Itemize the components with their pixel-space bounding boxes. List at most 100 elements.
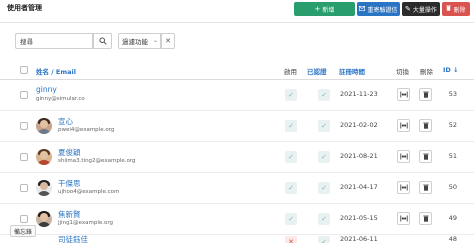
close-icon: ✕ bbox=[165, 37, 171, 45]
verified-check-icon[interactable]: ✓ bbox=[318, 120, 330, 132]
delete-user-button[interactable] bbox=[419, 181, 432, 194]
delete-user-button[interactable] bbox=[419, 119, 432, 132]
table-row[interactable]: 夏俊穎 shiima3.ting2@example.org ✓ ✓ 2021-0… bbox=[0, 142, 474, 173]
verified-check-icon[interactable]: ✓ bbox=[318, 182, 330, 194]
table-header: 姓名 / Email 啟用 已認證 註冊時間 切換 刪除 ID ↓ bbox=[0, 60, 474, 80]
switch-icon bbox=[399, 91, 408, 98]
user-name-link[interactable]: 司徒鈺佳 bbox=[58, 234, 88, 243]
user-id: 48 bbox=[448, 235, 457, 243]
user-email: jjing1@example.org bbox=[58, 220, 114, 226]
switch-user-button[interactable] bbox=[397, 119, 410, 132]
enabled-check-icon[interactable]: ✓ bbox=[285, 120, 297, 132]
table-row[interactable]: 干傑思 ujhoo4@example.com ✓ ✓ 2021-04-17 50 bbox=[0, 173, 474, 204]
chevron-down-icon: ⌄ bbox=[152, 37, 158, 44]
header-enabled[interactable]: 啟用 bbox=[284, 66, 297, 76]
search-icon bbox=[98, 37, 107, 45]
user-email: ujhoo4@example.com bbox=[58, 189, 120, 195]
table-row[interactable]: 宣心 pwei4@example.org ✓ ✓ 2021-02-02 52 bbox=[0, 111, 474, 142]
register-date: 2021-08-21 bbox=[340, 152, 378, 160]
switch-icon bbox=[399, 153, 408, 160]
resend-verification-button[interactable]: 重寄驗證信 bbox=[357, 2, 400, 16]
delete-user-button[interactable] bbox=[419, 150, 432, 163]
filter-clear-button[interactable]: ✕ bbox=[161, 33, 175, 49]
row-checkbox[interactable] bbox=[20, 153, 28, 161]
user-name-link[interactable]: 夏俊穎 bbox=[58, 147, 81, 158]
enabled-check-icon[interactable]: ✓ bbox=[285, 151, 297, 163]
trash-icon bbox=[422, 91, 429, 98]
enabled-check-icon[interactable]: ✓ bbox=[285, 89, 297, 101]
user-email: ginny@simular.co bbox=[36, 96, 85, 102]
user-name-link[interactable]: 干傑思 bbox=[58, 178, 81, 189]
row-checkbox[interactable] bbox=[20, 215, 28, 223]
delete-user-button[interactable] bbox=[419, 212, 432, 225]
search-placeholder: 搜尋 bbox=[20, 38, 33, 46]
bulk-actions-label: 大量操作 bbox=[412, 6, 437, 14]
user-id: 51 bbox=[448, 152, 457, 160]
header-delete: 刪除 bbox=[420, 68, 433, 76]
register-date: 2021-02-02 bbox=[340, 121, 378, 129]
switch-user-button[interactable] bbox=[397, 181, 410, 194]
page-header: 使用者管理 + 新增 重寄驗證信 ✎ 大量操作 刪除 bbox=[0, 0, 474, 18]
sort-down-icon: ↓ bbox=[453, 66, 459, 74]
switch-user-button[interactable] bbox=[397, 150, 410, 163]
avatar bbox=[36, 149, 52, 165]
avatar bbox=[36, 180, 52, 196]
add-button-label: 新增 bbox=[322, 6, 335, 14]
select-all-checkbox[interactable] bbox=[20, 66, 28, 74]
switch-user-button[interactable] bbox=[397, 88, 410, 101]
enabled-check-icon[interactable]: ✓ bbox=[285, 182, 297, 194]
user-name-link[interactable]: 焦新賢 bbox=[58, 209, 81, 220]
search-button[interactable] bbox=[93, 33, 112, 49]
filter-select[interactable]: 過濾功能 ⌄ bbox=[118, 33, 161, 49]
table-row[interactable]: 司徒鈺佳 ✕ ✓ 2021-06-11 48 bbox=[0, 235, 474, 243]
plus-icon: + bbox=[314, 4, 321, 13]
row-checkbox[interactable] bbox=[20, 122, 28, 130]
trash-icon bbox=[422, 153, 429, 160]
header-id[interactable]: ID ↓ bbox=[443, 66, 459, 74]
page-title: 使用者管理 bbox=[7, 4, 42, 12]
table-row[interactable]: ginny ginny@simular.co ✓ ✓ 2021-11-23 53 bbox=[0, 80, 474, 111]
trash-icon bbox=[422, 184, 429, 191]
row-checkbox[interactable] bbox=[20, 184, 28, 192]
switch-icon bbox=[399, 184, 408, 191]
wrench-icon: ✎ bbox=[405, 4, 411, 13]
header-verified[interactable]: 已認證 bbox=[307, 66, 327, 76]
add-button[interactable]: + 新增 bbox=[294, 2, 355, 16]
header-switch: 切換 bbox=[396, 68, 409, 76]
verified-check-icon[interactable]: ✓ bbox=[318, 89, 330, 101]
user-id: 53 bbox=[448, 90, 457, 98]
memo-button[interactable]: 備忘錄 bbox=[10, 225, 37, 237]
switch-icon bbox=[399, 215, 408, 222]
delete-button-label: 刪除 bbox=[453, 6, 466, 14]
header-register-time[interactable]: 註冊時間 bbox=[339, 66, 365, 76]
register-date: 2021-05-15 bbox=[340, 214, 378, 222]
filter-label: 過濾功能 bbox=[122, 38, 148, 46]
trash-icon bbox=[422, 215, 429, 222]
avatar bbox=[36, 118, 52, 134]
verified-check-icon[interactable]: ✓ bbox=[318, 236, 330, 243]
user-name-link[interactable]: 宣心 bbox=[58, 116, 73, 127]
header-name-email[interactable]: 姓名 / Email bbox=[36, 66, 76, 76]
header-divider bbox=[0, 22, 474, 23]
switch-user-button[interactable] bbox=[397, 212, 410, 225]
user-management-page: 使用者管理 + 新增 重寄驗證信 ✎ 大量操作 刪除 搜尋 過濾功能 ⌄ ✕ 姓… bbox=[0, 0, 474, 243]
enabled-check-icon[interactable]: ✓ bbox=[285, 213, 297, 225]
user-email: shiima3.ting2@example.org bbox=[58, 158, 136, 164]
user-name-link[interactable]: ginny bbox=[36, 85, 57, 94]
register-date: 2021-04-17 bbox=[340, 183, 378, 191]
delete-button[interactable]: 刪除 bbox=[442, 2, 470, 16]
user-email: pwei4@example.org bbox=[58, 127, 115, 133]
trash-icon bbox=[446, 5, 452, 13]
search-input[interactable]: 搜尋 bbox=[15, 33, 93, 49]
verified-check-icon[interactable]: ✓ bbox=[318, 213, 330, 225]
bulk-actions-button[interactable]: ✎ 大量操作 bbox=[402, 2, 440, 16]
delete-user-button[interactable] bbox=[419, 88, 432, 101]
disabled-x-icon[interactable]: ✕ bbox=[285, 236, 297, 243]
row-checkbox[interactable] bbox=[20, 91, 28, 99]
mail-icon bbox=[359, 5, 366, 13]
trash-icon bbox=[422, 122, 429, 129]
table-row[interactable]: 焦新賢 jjing1@example.org ✓ ✓ 2021-05-15 49 bbox=[0, 204, 474, 235]
user-id: 49 bbox=[448, 214, 457, 222]
user-id: 50 bbox=[448, 183, 457, 191]
verified-check-icon[interactable]: ✓ bbox=[318, 151, 330, 163]
